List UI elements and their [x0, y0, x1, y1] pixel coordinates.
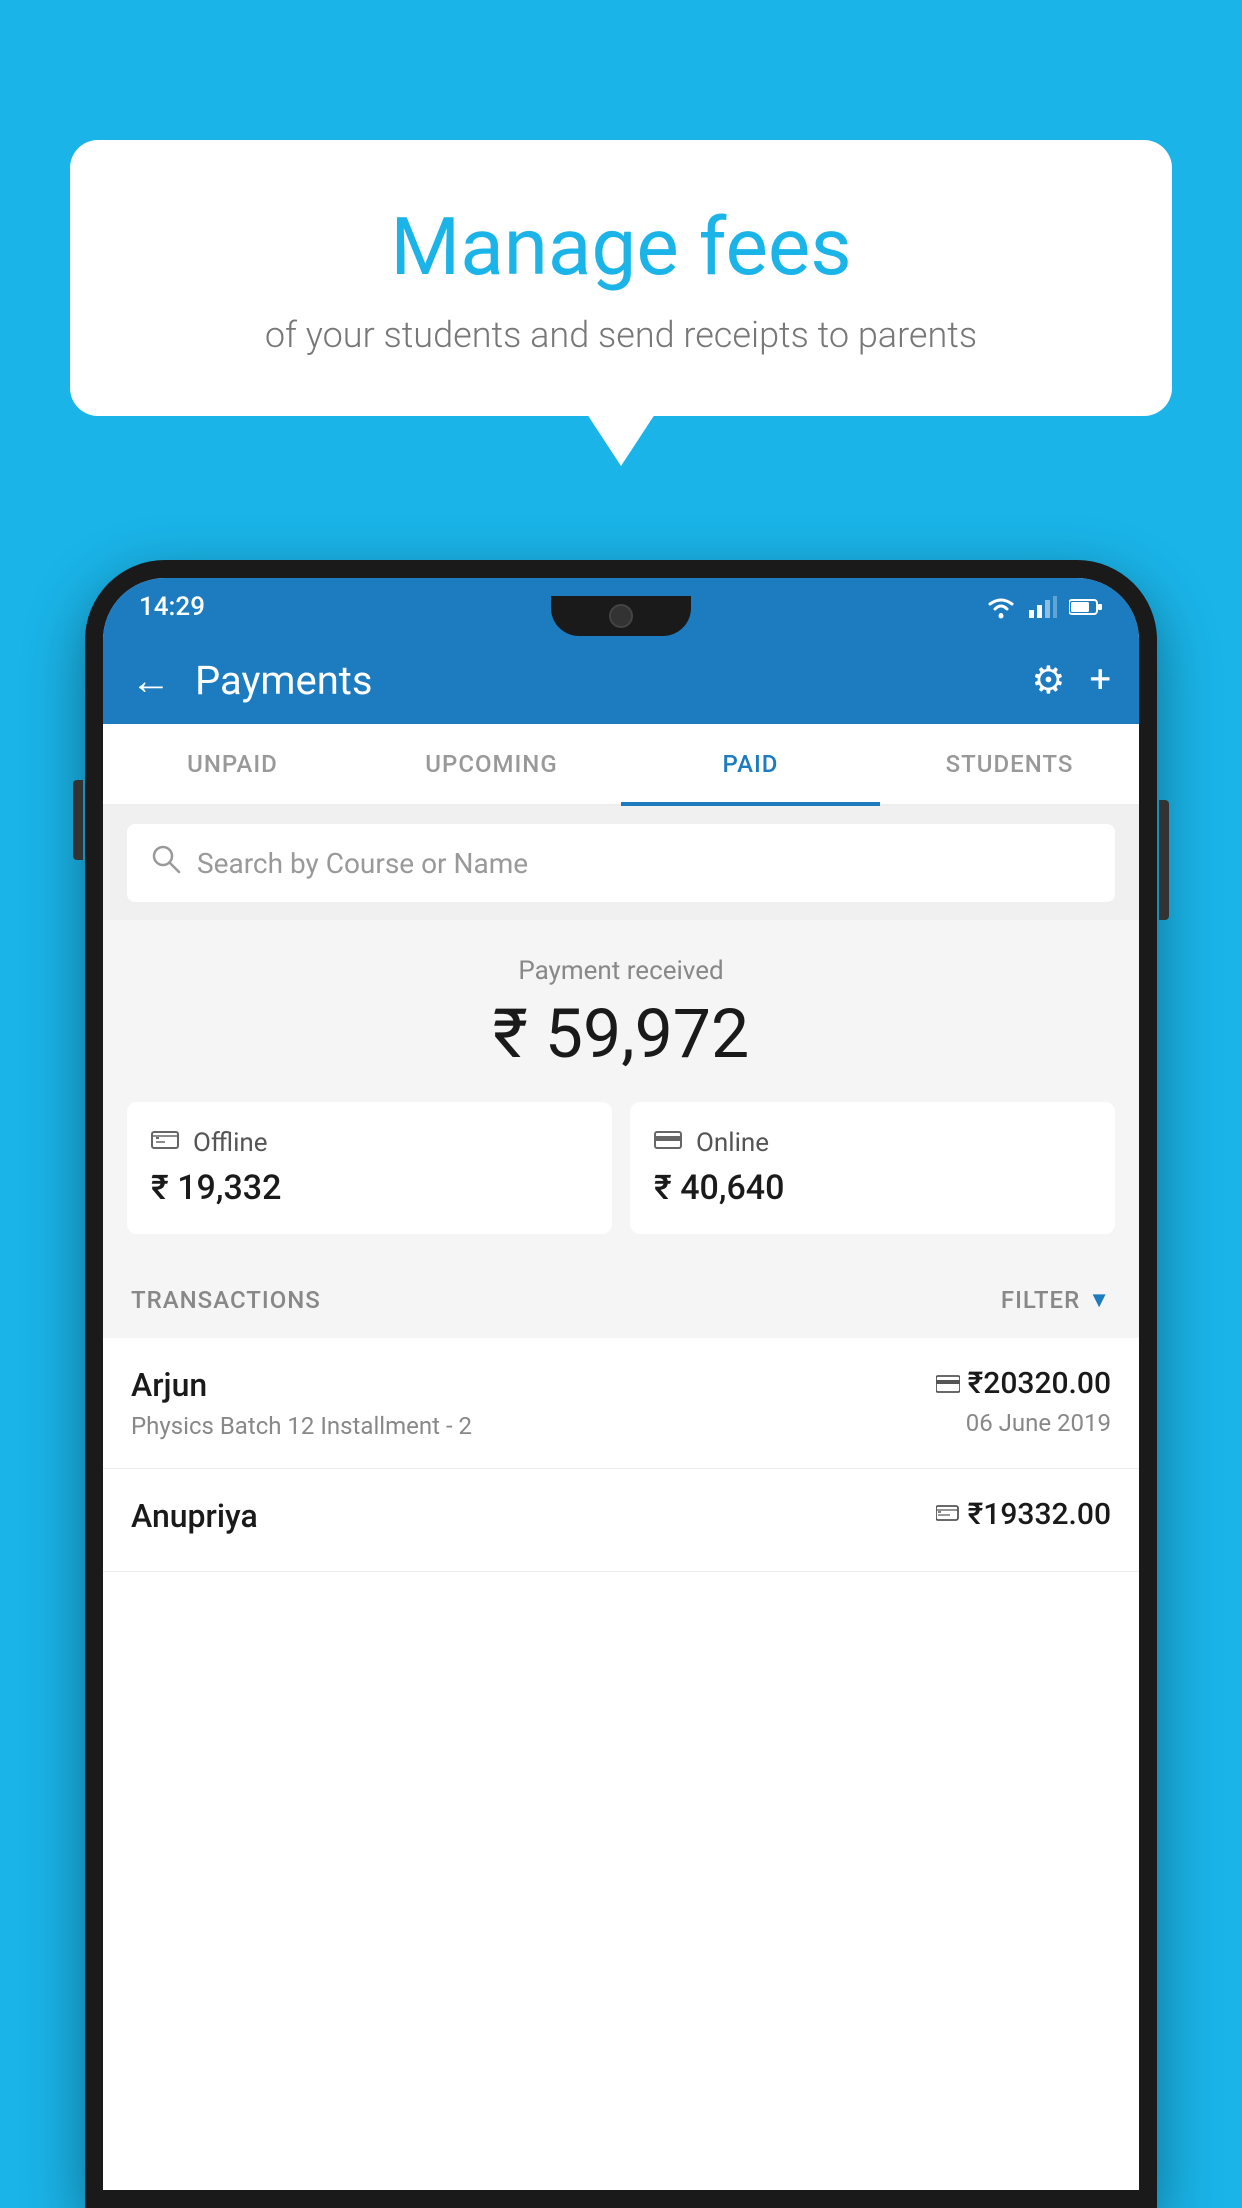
speech-bubble-container: Manage fees of your students and send re…	[70, 140, 1172, 416]
table-row[interactable]: Arjun Physics Batch 12 Installment - 2 ₹…	[103, 1338, 1139, 1469]
transactions-header: TRANSACTIONS FILTER ▼	[103, 1262, 1139, 1338]
transaction-list: Arjun Physics Batch 12 Installment - 2 ₹…	[103, 1338, 1139, 1572]
online-icon	[654, 1128, 682, 1158]
transaction-name: Anupriya	[131, 1497, 936, 1535]
speech-bubble: Manage fees of your students and send re…	[70, 140, 1172, 416]
payment-breakdown-section: Offline ₹ 19,332 Online ₹ 40,640	[103, 1102, 1139, 1262]
wifi-icon	[985, 595, 1017, 619]
transactions-label: TRANSACTIONS	[131, 1286, 321, 1314]
payment-received-section: Payment received ₹ 59,972	[103, 920, 1139, 1102]
transaction-left: Anupriya	[131, 1497, 936, 1543]
search-icon	[151, 844, 181, 882]
add-button[interactable]: +	[1089, 658, 1111, 702]
transaction-name: Arjun	[131, 1366, 936, 1404]
payment-received-label: Payment received	[127, 956, 1115, 986]
page-title: Payments	[195, 657, 1007, 704]
phone-notch	[551, 596, 691, 636]
cash-icon-small	[936, 1497, 960, 1532]
filter-icon: ▼	[1088, 1287, 1111, 1313]
battery-icon	[1069, 598, 1103, 616]
transaction-amount: ₹19332.00	[936, 1497, 1111, 1532]
transaction-amount: ₹20320.00	[936, 1366, 1111, 1401]
tabs-bar: UNPAID UPCOMING PAID STUDENTS	[103, 724, 1139, 806]
phone-frame: 14:29	[85, 560, 1157, 2208]
power-button	[1159, 800, 1169, 920]
app-header: ← Payments ⚙ +	[103, 636, 1139, 724]
tab-upcoming[interactable]: UPCOMING	[362, 724, 621, 804]
signal-icon	[1029, 596, 1057, 618]
online-label: Online	[696, 1128, 769, 1158]
status-bar: 14:29	[103, 578, 1139, 636]
manage-fees-subtitle: of your students and send receipts to pa…	[140, 314, 1102, 356]
online-card-header: Online	[654, 1128, 1091, 1158]
filter-button[interactable]: FILTER ▼	[1001, 1286, 1111, 1314]
header-icons: ⚙ +	[1031, 658, 1111, 703]
search-container: Search by Course or Name	[103, 806, 1139, 920]
status-icons	[985, 595, 1103, 619]
back-button[interactable]: ←	[131, 657, 171, 704]
volume-button	[73, 780, 83, 860]
transaction-right: ₹20320.00 06 June 2019	[936, 1366, 1111, 1437]
online-payment-card: Online ₹ 40,640	[630, 1102, 1115, 1234]
manage-fees-title: Manage fees	[140, 200, 1102, 294]
tab-paid[interactable]: PAID	[621, 724, 880, 804]
offline-payment-card: Offline ₹ 19,332	[127, 1102, 612, 1234]
offline-icon	[151, 1128, 179, 1158]
transaction-date: 06 June 2019	[966, 1409, 1111, 1437]
card-icon-small	[936, 1366, 960, 1401]
table-row[interactable]: Anupriya ₹19332.00	[103, 1469, 1139, 1572]
status-time: 14:29	[139, 592, 205, 622]
phone-camera	[609, 604, 633, 628]
settings-button[interactable]: ⚙	[1031, 658, 1065, 703]
transaction-right: ₹19332.00	[936, 1497, 1111, 1532]
transaction-left: Arjun Physics Batch 12 Installment - 2	[131, 1366, 936, 1440]
payment-received-amount: ₹ 59,972	[127, 994, 1115, 1074]
tab-students[interactable]: STUDENTS	[880, 724, 1139, 804]
tab-unpaid[interactable]: UNPAID	[103, 724, 362, 804]
online-amount: ₹ 40,640	[654, 1168, 1091, 1208]
transaction-description: Physics Batch 12 Installment - 2	[131, 1412, 936, 1440]
phone-screen: 14:29	[103, 578, 1139, 2190]
search-bar[interactable]: Search by Course or Name	[127, 824, 1115, 902]
offline-label: Offline	[193, 1128, 268, 1158]
offline-card-header: Offline	[151, 1128, 588, 1158]
search-placeholder: Search by Course or Name	[197, 847, 528, 880]
offline-amount: ₹ 19,332	[151, 1168, 588, 1208]
filter-label: FILTER	[1001, 1286, 1080, 1314]
